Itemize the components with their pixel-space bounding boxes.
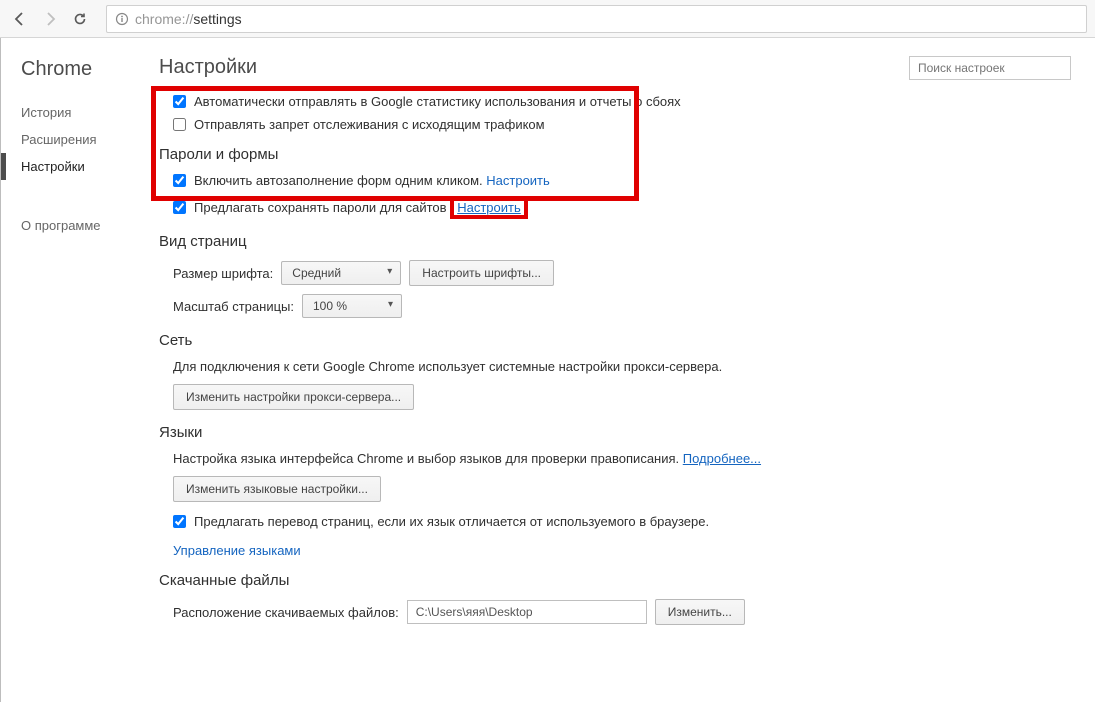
download-location-label: Расположение скачиваемых файлов: xyxy=(173,605,399,620)
languages-desc: Настройка языка интерфейса Chrome и выбо… xyxy=(173,451,1071,466)
save-passwords-link[interactable]: Настроить xyxy=(457,200,521,215)
checkbox-send-stats[interactable] xyxy=(173,95,186,108)
reload-button[interactable] xyxy=(68,7,92,31)
address-bar[interactable]: chrome://settings xyxy=(106,5,1087,33)
checkbox-translate-label[interactable]: Предлагать перевод страниц, если их язык… xyxy=(159,514,709,529)
checkbox-translate[interactable] xyxy=(173,515,186,528)
autofill-configure-link[interactable]: Настроить xyxy=(486,173,550,188)
checkbox-do-not-track[interactable] xyxy=(173,118,186,131)
sidebar-item-settings[interactable]: Настройки xyxy=(1,153,151,180)
checkbox-save-passwords-label[interactable]: Предлагать сохранять пароли для сайтов Н… xyxy=(159,196,528,219)
customize-fonts-button[interactable]: Настроить шрифты... xyxy=(409,260,554,286)
section-title-network: Сеть xyxy=(159,332,1071,349)
sidebar-title: Chrome xyxy=(1,58,151,99)
language-settings-button[interactable]: Изменить языковые настройки... xyxy=(173,476,381,502)
section-title-downloads: Скачанные файлы xyxy=(159,572,1071,589)
proxy-settings-button[interactable]: Изменить настройки прокси-сервера... xyxy=(173,384,414,410)
download-location-field[interactable] xyxy=(407,600,647,624)
manage-languages-link[interactable]: Управление языками xyxy=(173,543,301,558)
sidebar: Chrome История Расширения Настройки О пр… xyxy=(1,38,151,702)
section-title-languages: Языки xyxy=(159,424,1071,441)
section-title-passwords: Пароли и формы xyxy=(159,146,1071,163)
dnt-text: Отправлять запрет отслеживания с исходящ… xyxy=(194,117,545,132)
autofill-text: Включить автозаполнение форм одним клико… xyxy=(194,173,483,188)
forward-button[interactable] xyxy=(38,7,62,31)
save-passwords-text: Предлагать сохранять пароли для сайтов xyxy=(194,200,447,215)
highlight-box-small: Настроить xyxy=(450,196,528,219)
page-title: Настройки xyxy=(159,56,257,79)
checkbox-autofill-label[interactable]: Включить автозаполнение форм одним клико… xyxy=(159,173,550,188)
zoom-label: Масштаб страницы: xyxy=(173,299,294,314)
checkbox-send-stats-label[interactable]: Автоматически отправлять в Google статис… xyxy=(159,94,681,109)
translate-text: Предлагать перевод страниц, если их язык… xyxy=(194,514,709,529)
url-text: chrome://settings xyxy=(135,11,242,27)
back-button[interactable] xyxy=(8,7,32,31)
languages-more-link[interactable]: Подробнее... xyxy=(683,451,761,466)
font-size-label: Размер шрифта: xyxy=(173,266,273,281)
sidebar-item-extensions[interactable]: Расширения xyxy=(1,126,151,153)
network-desc: Для подключения к сети Google Chrome исп… xyxy=(173,359,1071,374)
download-change-button[interactable]: Изменить... xyxy=(655,599,745,625)
sidebar-item-history[interactable]: История xyxy=(1,99,151,126)
section-title-appearance: Вид страниц xyxy=(159,233,1071,250)
settings-content: Настройки Автоматически отправлять в Goo… xyxy=(151,38,1095,702)
search-input[interactable] xyxy=(909,56,1071,80)
info-icon xyxy=(115,12,129,26)
send-stats-text: Автоматически отправлять в Google статис… xyxy=(194,94,681,109)
checkbox-dnt-label[interactable]: Отправлять запрет отслеживания с исходящ… xyxy=(159,117,545,132)
checkbox-save-passwords[interactable] xyxy=(173,201,186,214)
sidebar-item-about[interactable]: О программе xyxy=(1,212,151,239)
zoom-select[interactable]: 100 % xyxy=(302,294,402,318)
font-size-select[interactable]: Средний xyxy=(281,261,401,285)
browser-toolbar: chrome://settings xyxy=(0,0,1095,38)
checkbox-autofill[interactable] xyxy=(173,174,186,187)
